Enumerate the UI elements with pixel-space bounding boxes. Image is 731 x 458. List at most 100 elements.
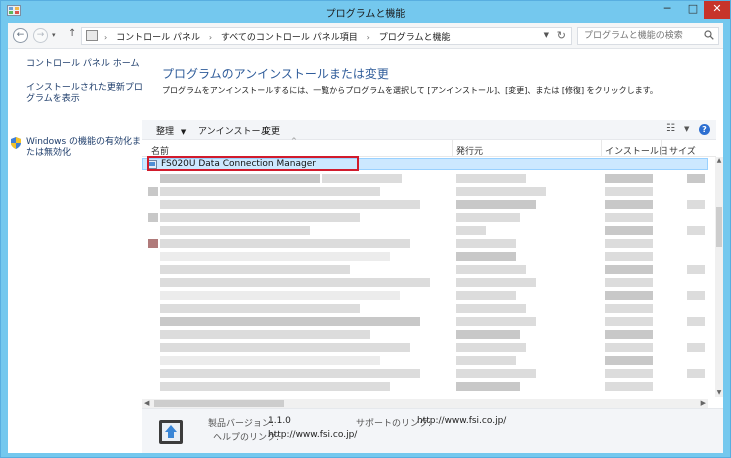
app-window: プログラムと機能 ─ □ ✕ ← → ▾ ↑ › コントロール パネル › すべ… <box>0 0 731 458</box>
program-list[interactable]: FS020U Data Connection Manager <box>142 157 708 397</box>
redacted-date <box>605 369 653 378</box>
column-publisher[interactable]: 発行元 <box>456 144 483 157</box>
sidebar-item-windows-features[interactable]: Windows の機能の有効化または無効化 <box>26 137 148 159</box>
redacted-publisher <box>456 291 516 300</box>
recent-dropdown-icon[interactable]: ▾ <box>52 31 56 39</box>
vertical-scrollbar[interactable]: ▲ ▼ <box>715 157 723 397</box>
forward-arrow-icon[interactable]: → <box>33 28 48 43</box>
scroll-left-icon[interactable]: ◀ <box>144 399 149 407</box>
minimize-button[interactable]: ─ <box>654 1 680 19</box>
close-button[interactable]: ✕ <box>704 1 730 19</box>
redacted-row <box>160 304 360 313</box>
refresh-icon[interactable]: ↻ <box>557 29 566 42</box>
version-value: 1.1.0 <box>268 416 291 426</box>
organize-button[interactable]: 整理 ▼ <box>156 124 186 137</box>
horizontal-scrollbar[interactable]: ◀ ▶ <box>142 399 708 408</box>
redacted-size <box>687 226 705 235</box>
breadcrumb: › コントロール パネル › すべてのコントロール パネル項目 › プログラムと… <box>104 30 456 43</box>
support-link[interactable]: http://www.fsi.co.jp/ <box>417 416 506 426</box>
help-icon[interactable]: ? <box>699 124 710 135</box>
redacted-size <box>687 291 705 300</box>
breadcrumb-programs[interactable]: プログラムと機能 <box>379 33 451 43</box>
change-button[interactable]: 変更 <box>262 124 280 137</box>
title-bar[interactable]: プログラムと機能 ─ □ ✕ <box>1 1 730 23</box>
redacted-row <box>160 291 400 300</box>
horizontal-scroll-thumb[interactable] <box>154 400 284 407</box>
address-bar[interactable]: › コントロール パネル › すべてのコントロール パネル項目 › プログラムと… <box>81 27 572 45</box>
chevron-down-icon: ▼ <box>180 128 187 136</box>
scroll-right-icon[interactable]: ▶ <box>701 399 706 407</box>
address-toolbar: ← → ▾ ↑ › コントロール パネル › すべてのコントロール パネル項目 … <box>8 23 723 49</box>
scroll-down-icon[interactable]: ▼ <box>715 389 723 397</box>
column-divider[interactable] <box>601 140 602 157</box>
redacted-publisher <box>456 174 526 183</box>
redacted-row <box>160 330 370 339</box>
scroll-up-icon[interactable]: ▲ <box>715 157 723 165</box>
redacted-date <box>605 200 653 209</box>
redacted-publisher <box>456 369 536 378</box>
redacted-publisher <box>456 200 536 209</box>
sort-ascending-icon: ^ <box>291 137 297 145</box>
column-divider[interactable] <box>452 140 453 157</box>
redacted-date <box>605 265 653 274</box>
redacted-row <box>160 382 390 391</box>
uninstall-button[interactable]: アンインストール <box>198 124 269 137</box>
version-label: 製品バージョン: <box>208 419 274 429</box>
chevron-down-icon[interactable]: ▼ <box>684 125 689 133</box>
redacted-row <box>160 252 390 261</box>
redacted-date <box>605 239 653 248</box>
column-installed-on[interactable]: インストール日 <box>605 144 668 157</box>
sidebar-item-home[interactable]: コントロール パネル ホーム <box>26 59 139 70</box>
redacted-icon <box>148 213 158 222</box>
column-headers: 名前 ^ 発行元 インストール日 サイズ <box>142 137 716 157</box>
breadcrumb-all-items[interactable]: すべてのコントロール パネル項目 <box>221 33 358 43</box>
redacted-date <box>605 278 653 287</box>
breadcrumb-separator-icon: › <box>208 33 213 42</box>
details-pane: 製品バージョン: 1.1.0 サポートのリンク: http://www.fsi.… <box>142 408 723 453</box>
redacted-publisher <box>456 356 516 365</box>
redacted-size <box>687 174 705 183</box>
sidebar-item-updates[interactable]: インストールされた更新プログラムを表示 <box>26 83 144 105</box>
breadcrumb-control-panel[interactable]: コントロール パネル <box>116 33 200 43</box>
up-arrow-icon[interactable]: ↑ <box>68 28 76 39</box>
redacted-size <box>687 200 705 209</box>
installer-large-icon <box>159 420 183 444</box>
search-box[interactable] <box>577 27 719 45</box>
redacted-publisher <box>456 317 536 326</box>
redacted-size <box>687 343 705 352</box>
redacted-publisher <box>456 304 526 313</box>
redacted-row <box>160 239 410 248</box>
redacted-publisher <box>456 239 516 248</box>
chevron-down-icon[interactable]: ▼ <box>544 31 549 39</box>
redacted-date <box>605 252 653 261</box>
redacted-size <box>687 317 705 326</box>
breadcrumb-separator-icon: › <box>366 33 370 42</box>
highlight-box <box>147 156 359 171</box>
help-link[interactable]: http://www.fsi.co.jp/ <box>268 430 357 440</box>
column-divider[interactable] <box>661 140 662 157</box>
redacted-date <box>605 213 653 222</box>
redacted-date <box>605 317 653 326</box>
redacted-publisher <box>456 330 520 339</box>
back-arrow-icon[interactable]: ← <box>13 28 28 43</box>
maximize-button[interactable]: □ <box>680 1 706 19</box>
page-title: プログラムのアンインストールまたは変更 <box>162 67 389 81</box>
search-icon[interactable] <box>704 30 714 40</box>
vertical-scroll-thumb[interactable] <box>716 207 722 247</box>
column-size[interactable]: サイズ <box>669 144 696 157</box>
command-bar: 整理 ▼ アンインストール 変更 ☷ ▼ ? <box>142 120 716 140</box>
redacted-publisher <box>456 213 520 222</box>
view-options-icon[interactable]: ☷ <box>666 123 675 134</box>
redacted-date <box>605 187 653 196</box>
redacted-date <box>605 291 653 300</box>
control-panel-small-icon <box>86 30 98 41</box>
window-content: ← → ▾ ↑ › コントロール パネル › すべてのコントロール パネル項目 … <box>8 23 723 453</box>
redacted-icon <box>148 187 158 196</box>
redacted-row <box>160 174 320 183</box>
redacted-publisher <box>456 278 536 287</box>
redacted-date <box>605 356 653 365</box>
redacted-row <box>160 187 380 196</box>
redacted-publisher <box>456 252 516 261</box>
redacted-row <box>322 174 402 183</box>
search-input[interactable] <box>578 28 696 44</box>
